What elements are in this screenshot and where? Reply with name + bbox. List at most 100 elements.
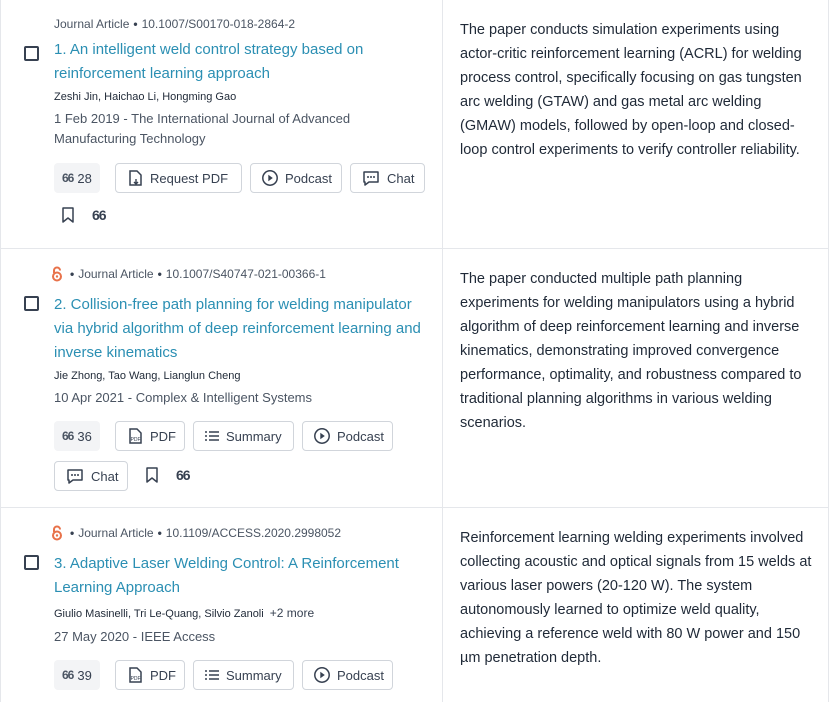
result-row: Journal Article • 10.1007/S00170-018-286… [0, 0, 829, 249]
podcast-button[interactable]: Podcast [302, 660, 393, 690]
select-checkbox[interactable] [24, 296, 39, 311]
article-type: Journal Article [54, 17, 130, 31]
author-list[interactable]: Jie Zhong, Tao Wang, Lianglun Cheng [54, 370, 241, 382]
open-access-icon [50, 525, 64, 541]
chat-icon [65, 467, 85, 485]
result-meta: Journal Article • 10.1007/S00170-018-286… [54, 17, 295, 31]
open-access-icon [50, 266, 64, 282]
meta-separator: • [133, 17, 138, 31]
list-icon [204, 428, 220, 444]
summary-label: Summary [226, 667, 282, 683]
request-pdf-icon [126, 169, 144, 187]
citations-value: 39 [77, 667, 92, 683]
doi-link[interactable]: 10.1109/ACCESS.2020.2998052 [166, 526, 341, 540]
citations-value: 28 [77, 170, 92, 186]
summary-panel: The paper conducted multiple path planni… [444, 249, 829, 507]
summary-button[interactable]: Summary [193, 660, 294, 690]
cite-button[interactable]: 66 [176, 467, 191, 483]
meta-separator: • [70, 267, 75, 281]
article-type: Journal Article [78, 526, 154, 540]
citations-count[interactable]: 66 28 [54, 163, 100, 193]
publication-date: 1 Feb 2019 [54, 111, 120, 126]
pdf-button[interactable]: PDF PDF [115, 660, 185, 690]
citations-value: 36 [77, 428, 92, 444]
chat-button[interactable]: Chat [54, 461, 128, 491]
result-details: • Journal Article • 10.1007/S40747-021-0… [1, 249, 443, 507]
result-meta: • Journal Article • 10.1109/ACCESS.2020.… [52, 525, 341, 541]
bookmark-icon[interactable] [62, 207, 74, 223]
podcast-label: Podcast [285, 170, 332, 186]
pdf-label: PDF [150, 428, 176, 444]
svg-text:PDF: PDF [131, 437, 141, 443]
chat-label: Chat [387, 170, 415, 186]
result-details: • Journal Article • 10.1109/ACCESS.2020.… [1, 508, 443, 702]
play-circle-icon [261, 169, 279, 187]
pdf-file-icon: PDF [126, 666, 144, 684]
more-authors-link[interactable]: +2 more [270, 606, 314, 620]
result-summary: The paper conducts simulation experiment… [460, 22, 802, 158]
publication-info: 10 Apr 2021 - Complex & Intelligent Syst… [54, 388, 424, 408]
doi-link[interactable]: 10.1007/S40747-021-00366-1 [166, 267, 326, 281]
podcast-label: Podcast [337, 667, 384, 683]
publication-info: 27 May 2020 - IEEE Access [54, 627, 424, 647]
bookmark-icon[interactable] [146, 467, 158, 483]
chat-button[interactable]: Chat [350, 163, 425, 193]
request-pdf-label: Request PDF [150, 170, 229, 186]
result-title-link[interactable]: 2. Collision-free path planning for weld… [54, 293, 429, 365]
save-row: 66 [62, 207, 107, 223]
authors[interactable]: Jie Zhong, Tao Wang, Lianglun Cheng [54, 370, 241, 382]
result-meta: • Journal Article • 10.1007/S40747-021-0… [52, 266, 326, 282]
podcast-button[interactable]: Podcast [302, 421, 393, 451]
result-row: • Journal Article • 10.1007/S40747-021-0… [0, 249, 829, 508]
cite-button[interactable]: 66 [92, 207, 107, 223]
authors[interactable]: Giulio Masinelli, Tri Le-Quang, Silvio Z… [54, 608, 264, 620]
play-circle-icon [313, 666, 331, 684]
save-row: 66 [146, 467, 191, 483]
podcast-label: Podcast [337, 428, 384, 444]
doi-link[interactable]: 10.1007/S00170-018-2864-2 [142, 17, 295, 31]
summary-panel: Reinforcement learning welding experimen… [444, 508, 829, 702]
result-title-link[interactable]: 3. Adaptive Laser Welding Control: A Rei… [54, 552, 429, 600]
meta-separator: • [157, 267, 162, 281]
pub-separator: - [127, 390, 136, 405]
play-circle-icon [313, 427, 331, 445]
publication-date: 10 Apr 2021 [54, 390, 125, 405]
pdf-file-icon: PDF [126, 427, 144, 445]
chat-label: Chat [91, 468, 119, 484]
quote-icon: 66 [62, 668, 74, 682]
results-list: Journal Article • 10.1007/S00170-018-286… [0, 0, 829, 702]
list-icon [204, 667, 220, 683]
pub-separator: - [132, 629, 141, 644]
podcast-button[interactable]: Podcast [250, 163, 342, 193]
result-title-link[interactable]: 1. An intelligent weld control strategy … [54, 38, 429, 86]
pub-separator: - [123, 111, 132, 126]
select-checkbox[interactable] [24, 555, 39, 570]
publication-info: 1 Feb 2019 - The International Journal o… [54, 109, 424, 149]
journal-name[interactable]: IEEE Access [141, 629, 215, 644]
quote-icon: 66 [62, 171, 74, 185]
pdf-label: PDF [150, 667, 176, 683]
journal-name[interactable]: Complex & Intelligent Systems [136, 390, 312, 405]
request-pdf-button[interactable]: Request PDF [115, 163, 242, 193]
chat-icon [361, 169, 381, 187]
result-details: Journal Article • 10.1007/S00170-018-286… [1, 0, 443, 248]
result-row: • Journal Article • 10.1109/ACCESS.2020.… [0, 508, 829, 702]
meta-separator: • [70, 526, 75, 540]
quote-icon: 66 [62, 429, 74, 443]
summary-button[interactable]: Summary [193, 421, 294, 451]
article-type: Journal Article [78, 267, 154, 281]
pdf-button[interactable]: PDF PDF [115, 421, 185, 451]
author-list[interactable]: Giulio Masinelli, Tri Le-Quang, Silvio Z… [54, 606, 314, 620]
author-list[interactable]: Zeshi Jin, Haichao Li, Hongming Gao [54, 91, 236, 103]
result-summary: The paper conducted multiple path planni… [460, 271, 802, 431]
publication-date: 27 May 2020 [54, 629, 130, 644]
citations-count[interactable]: 66 36 [54, 421, 100, 451]
svg-text:PDF: PDF [131, 676, 141, 682]
result-summary: Reinforcement learning welding experimen… [460, 530, 812, 666]
select-checkbox[interactable] [24, 46, 39, 61]
authors[interactable]: Zeshi Jin, Haichao Li, Hongming Gao [54, 91, 236, 103]
meta-separator: • [157, 526, 162, 540]
summary-panel: The paper conducts simulation experiment… [444, 0, 829, 248]
citations-count[interactable]: 66 39 [54, 660, 100, 690]
summary-label: Summary [226, 428, 282, 444]
